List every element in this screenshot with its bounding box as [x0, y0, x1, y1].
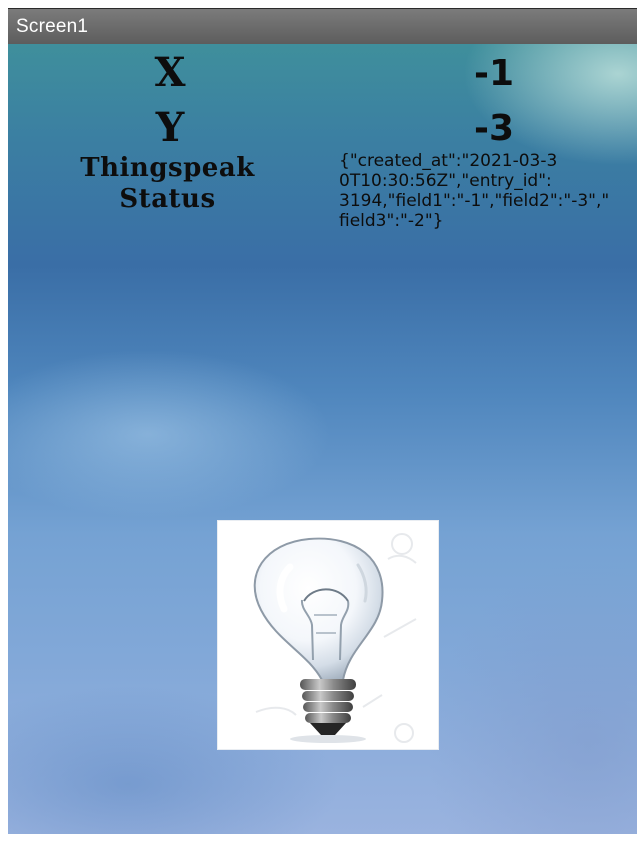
top-edge: [0, 0, 637, 8]
thingspeak-status-label: Thingspeak Status: [80, 153, 255, 214]
title-bar: Screen1: [8, 8, 637, 44]
screen-title: Screen1: [16, 16, 89, 37]
x-value: -1: [474, 53, 514, 94]
app-frame: Screen1 X -1 Y -3 Thingspeak Status {"cr…: [0, 0, 637, 854]
y-value: -3: [474, 108, 514, 149]
screen-content: X -1 Y -3 Thingspeak Status {"created_at…: [8, 44, 637, 834]
y-label: Y: [155, 104, 185, 151]
bottom-edge: [0, 834, 637, 854]
x-label: X: [154, 49, 186, 96]
thingspeak-status-value: {"created_at":"2021-03-3 0T10:30:56Z","e…: [339, 151, 610, 231]
light-bulb-icon[interactable]: [217, 520, 439, 750]
